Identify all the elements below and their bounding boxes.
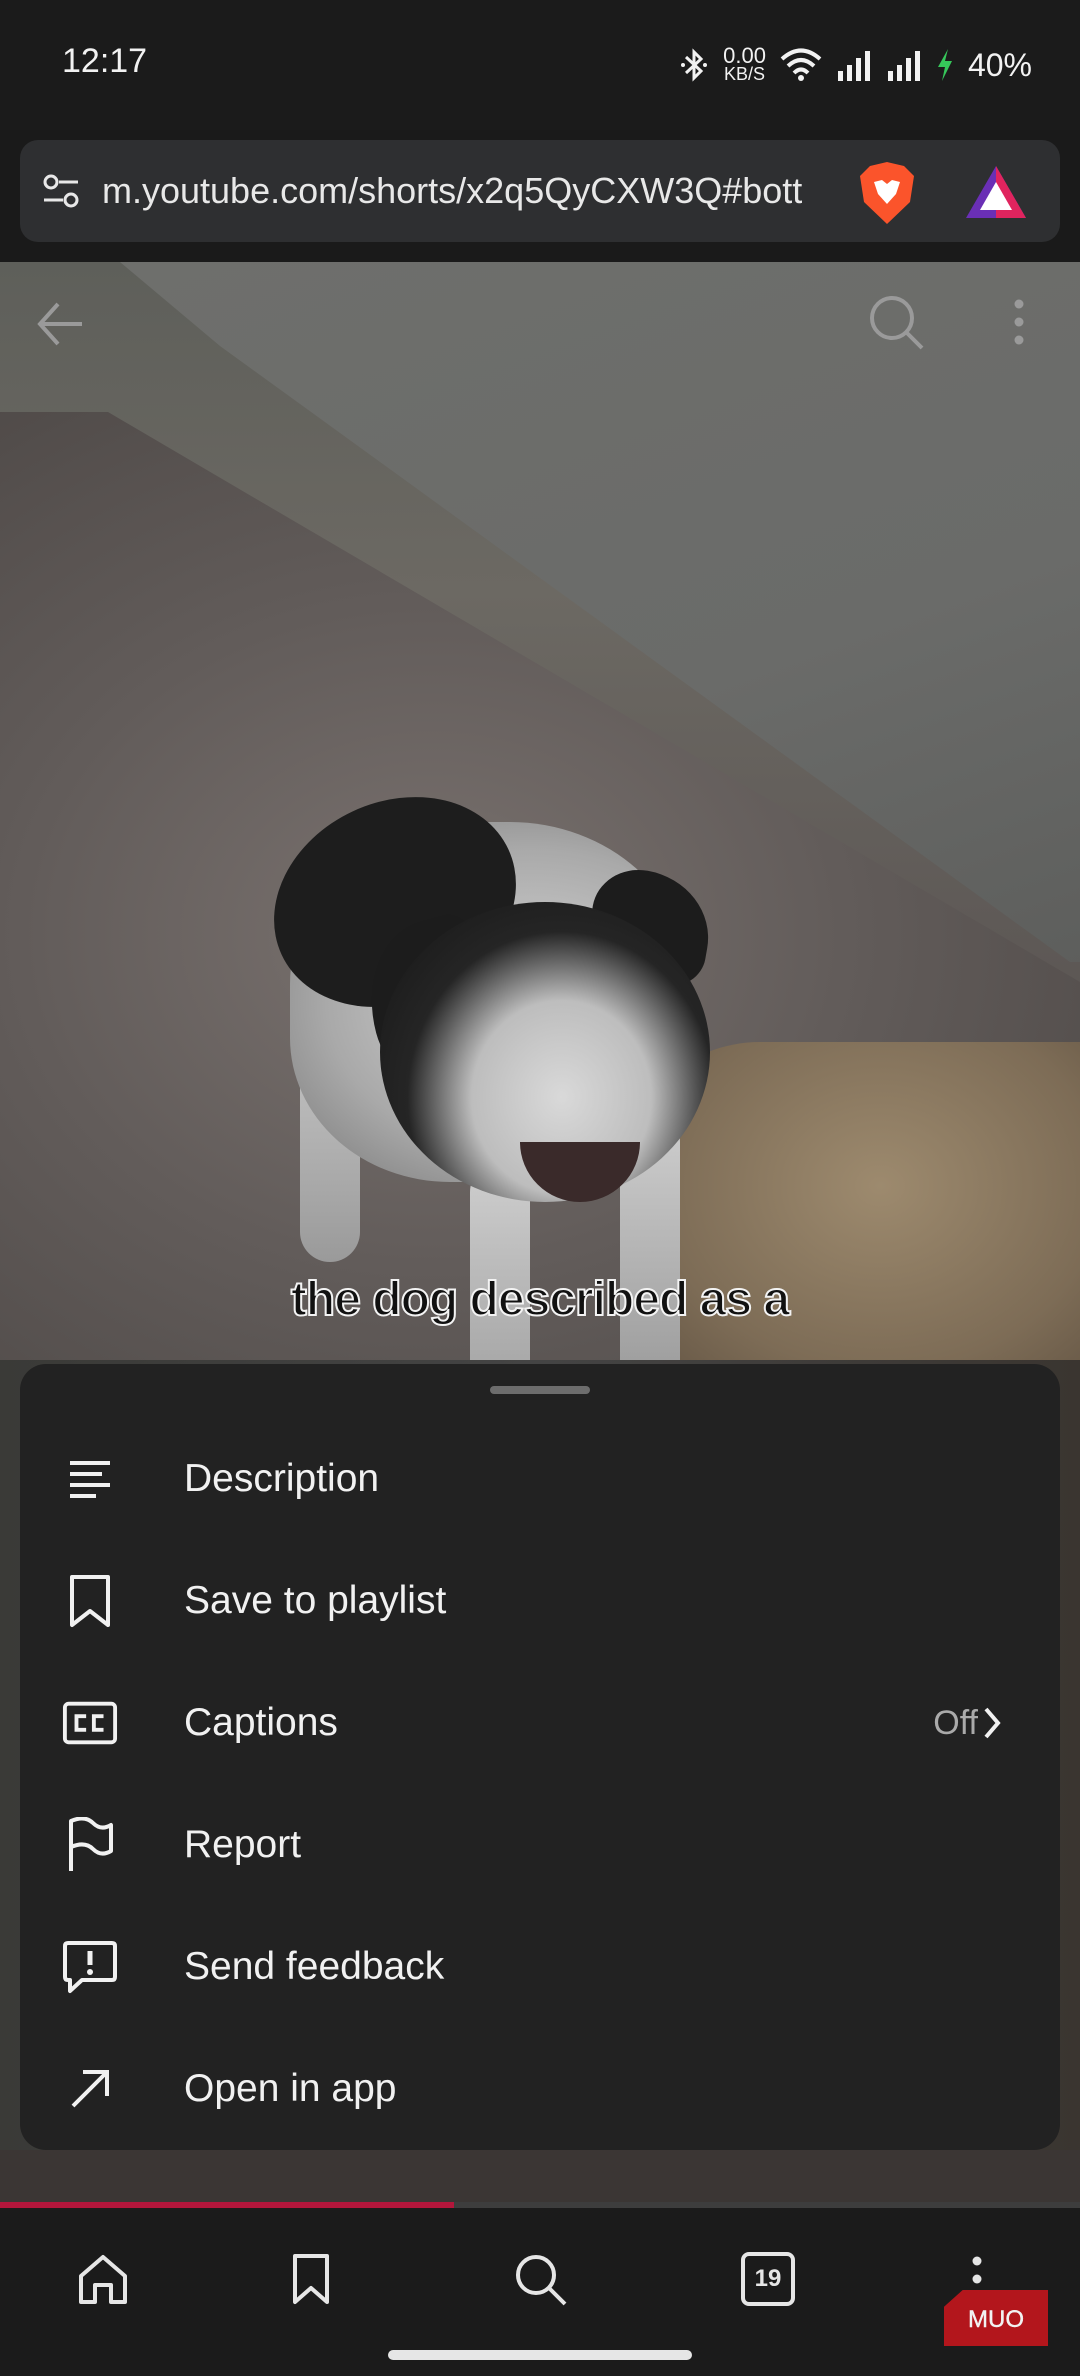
cc-icon xyxy=(62,1695,118,1751)
chevron-right-icon xyxy=(984,1707,1001,1739)
tab-count: 19 xyxy=(741,2252,795,2306)
status-icons: 0.00 KB/S 40% xyxy=(679,40,1032,90)
signal-icon xyxy=(837,51,870,81)
home-button[interactable] xyxy=(68,2244,138,2314)
video-player[interactable] xyxy=(0,262,1080,1360)
brave-rewards-icon[interactable] xyxy=(964,164,1028,220)
video-caption: the dog described as a xyxy=(290,1272,791,1327)
gesture-navigation-bar[interactable] xyxy=(388,2350,692,2360)
sheet-drag-handle[interactable] xyxy=(490,1386,590,1394)
menu-item-label: Send feedback xyxy=(184,1945,445,1988)
flag-icon xyxy=(62,1817,118,1873)
menu-item-open-in-app[interactable]: Open in app xyxy=(20,2028,1060,2150)
site-settings-icon[interactable] xyxy=(42,172,80,210)
status-bar: 12:17 0.00 KB/S 40% xyxy=(0,0,1080,130)
search-icon[interactable] xyxy=(866,292,926,352)
search-button[interactable] xyxy=(505,2244,575,2314)
menu-item-captions[interactable]: Captions Off xyxy=(20,1662,1060,1784)
url-text[interactable]: m.youtube.com/shorts/x2q5QyCXW3Q#bott xyxy=(102,170,852,212)
wifi-icon xyxy=(780,48,822,81)
address-bar[interactable]: m.youtube.com/shorts/x2q5QyCXW3Q#bott xyxy=(20,140,1060,242)
more-options-sheet: Description Save to playlist Captions Of… xyxy=(20,1364,1060,2150)
search-icon xyxy=(516,2255,567,2306)
bluetooth-icon xyxy=(681,48,708,82)
bookmarks-button[interactable] xyxy=(276,2244,346,2314)
battery-percent: 40% xyxy=(967,46,1032,83)
bookmark-icon xyxy=(62,1573,118,1629)
bookmark-icon xyxy=(293,2254,329,2304)
arrow-up-right-icon xyxy=(62,2061,118,2117)
captions-state-value: Off xyxy=(933,1703,978,1742)
charging-icon xyxy=(937,49,952,81)
menu-item-report[interactable]: Report xyxy=(20,1784,1060,1906)
more-vertical-icon[interactable] xyxy=(1004,296,1034,348)
network-speed: 0.00 KB/S xyxy=(723,43,766,84)
menu-item-save-to-playlist[interactable]: Save to playlist xyxy=(20,1540,1060,1662)
menu-item-label: Captions xyxy=(184,1701,338,1744)
svg-text:MUO: MUO xyxy=(968,2306,1024,2333)
description-lines-icon xyxy=(62,1451,118,1507)
menu-item-send-feedback[interactable]: Send feedback xyxy=(20,1906,1060,2028)
muo-watermark-logo: MUO xyxy=(944,2290,1048,2346)
tabs-button[interactable]: 19 xyxy=(733,2244,803,2314)
network-speed-unit: KB/S xyxy=(724,64,766,84)
feedback-icon xyxy=(62,1939,118,1995)
back-arrow-icon[interactable] xyxy=(34,298,86,350)
menu-item-label: Description xyxy=(184,1457,380,1500)
home-icon xyxy=(79,2255,127,2304)
network-speed-value: 0.00 xyxy=(723,43,766,68)
status-time: 12:17 xyxy=(62,42,148,80)
menu-item-label: Save to playlist xyxy=(184,1579,447,1622)
video-frame-bottom xyxy=(0,2150,1080,2210)
menu-item-label: Report xyxy=(184,1823,302,1866)
menu-item-description[interactable]: Description xyxy=(20,1418,1060,1540)
menu-item-label: Open in app xyxy=(184,2067,397,2110)
brave-shields-icon[interactable] xyxy=(856,160,918,226)
signal-icon-2 xyxy=(887,51,920,81)
